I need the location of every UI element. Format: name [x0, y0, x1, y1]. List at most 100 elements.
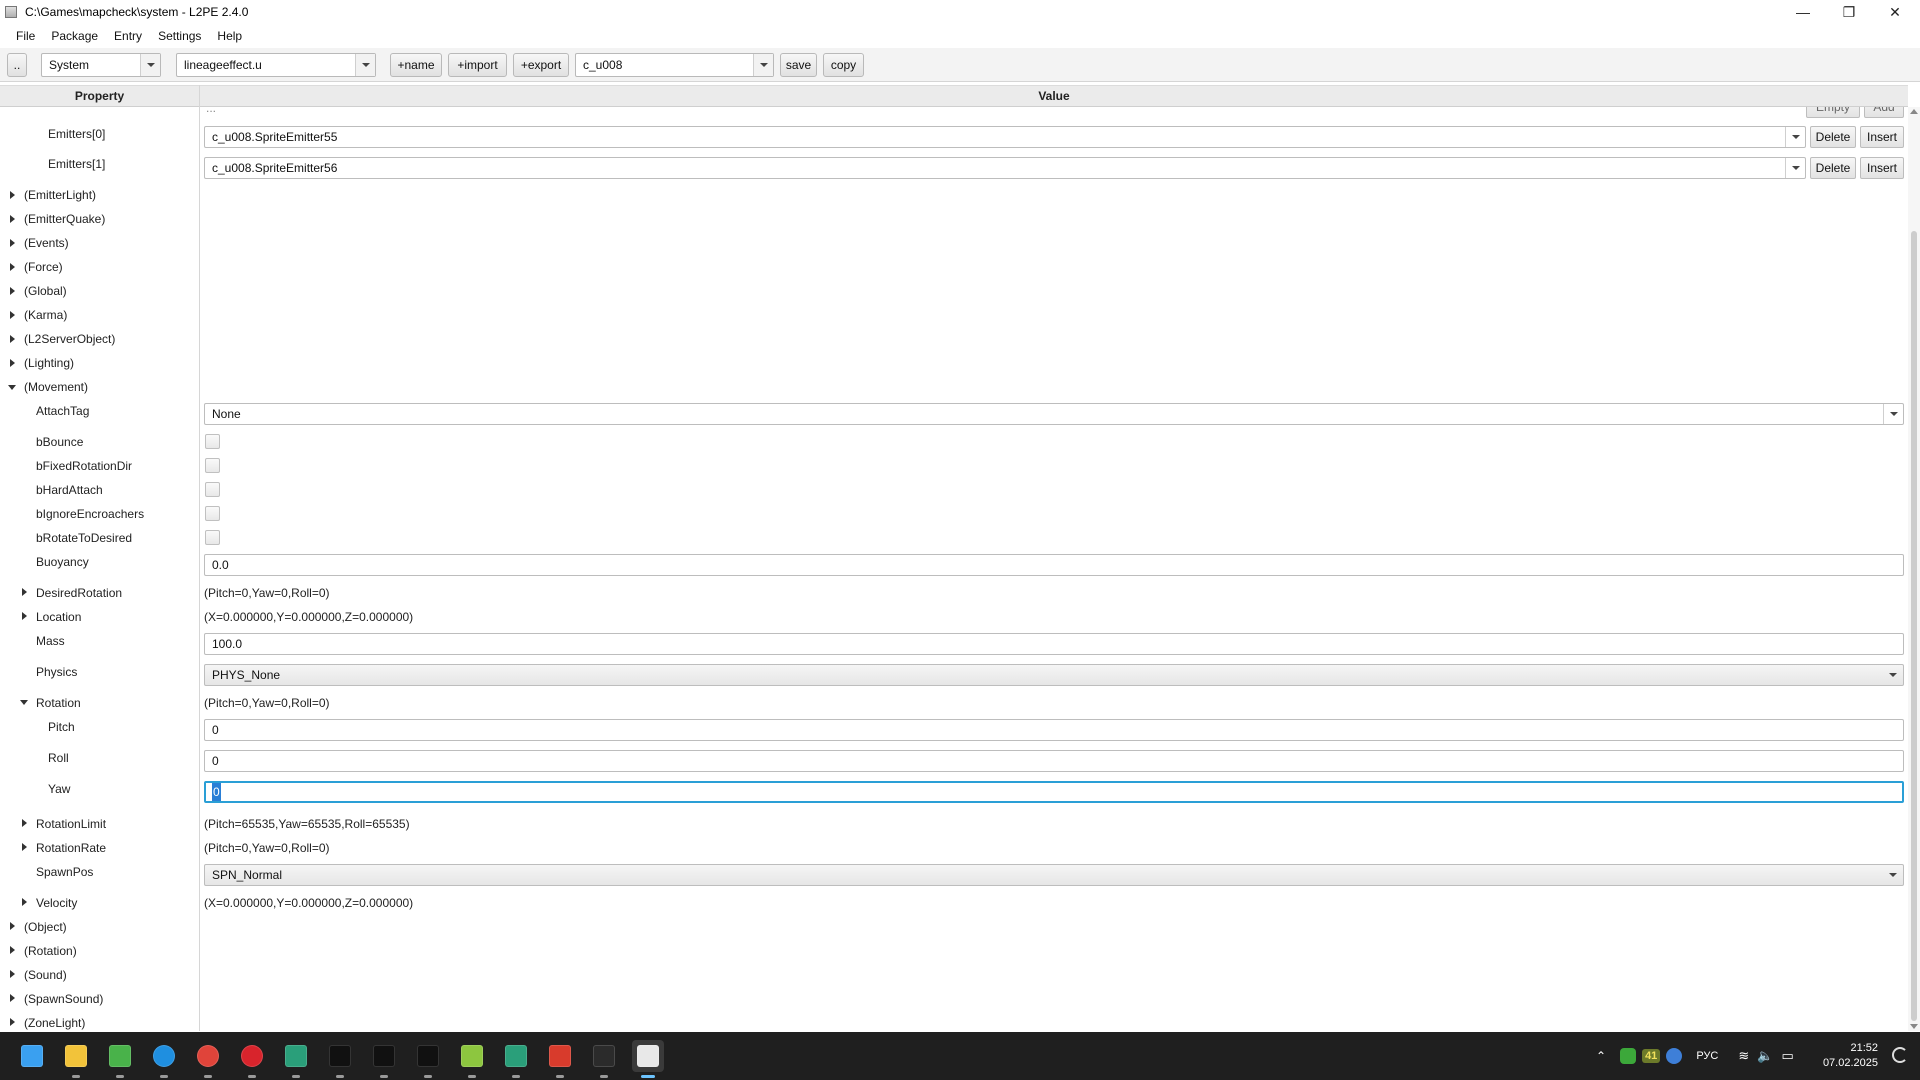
group-karma[interactable]: (Karma)	[24, 308, 67, 322]
unrealed-icon-3[interactable]	[412, 1040, 444, 1078]
red-app-icon[interactable]	[544, 1040, 576, 1078]
scroll-down-icon[interactable]	[1910, 1024, 1918, 1029]
bignoreencroachers-checkbox[interactable]	[205, 506, 220, 521]
folder-select[interactable]: System	[41, 53, 161, 77]
vertical-scrollbar[interactable]	[1908, 107, 1920, 1031]
roll-input[interactable]: 0	[204, 750, 1904, 772]
brotatetodesired-checkbox[interactable]	[205, 530, 220, 545]
menu-file[interactable]: File	[8, 24, 43, 48]
unrealed-icon-2[interactable]	[368, 1040, 400, 1078]
bfixedrotationdir-checkbox[interactable]	[205, 458, 220, 473]
copy-button[interactable]: copy	[823, 53, 864, 77]
expand-arrow-icon[interactable]	[10, 359, 15, 367]
expand-arrow-icon[interactable]	[10, 970, 15, 978]
minimize-button[interactable]: —	[1780, 0, 1826, 24]
expand-arrow-icon[interactable]	[22, 843, 27, 851]
group-global[interactable]: (Global)	[24, 284, 67, 298]
delete-button[interactable]: Delete	[1810, 157, 1856, 179]
group-emitterquake[interactable]: (EmitterQuake)	[24, 212, 105, 226]
expand-arrow-icon[interactable]	[22, 898, 27, 906]
save-button[interactable]: save	[780, 53, 817, 77]
up-button[interactable]: ..	[7, 53, 27, 77]
yaw-input[interactable]: 0	[204, 781, 1904, 803]
chevron-down-icon[interactable]	[140, 54, 160, 76]
expand-arrow-icon[interactable]	[10, 994, 15, 1002]
property-column-header[interactable]: Property	[0, 85, 199, 107]
entry-select[interactable]: c_u008	[575, 53, 774, 77]
menu-settings[interactable]: Settings	[150, 24, 209, 48]
group-spawnsound[interactable]: (SpawnSound)	[24, 992, 103, 1006]
expand-arrow-icon[interactable]	[10, 335, 15, 343]
maximize-button[interactable]: ❐	[1826, 0, 1872, 24]
tray-badge[interactable]: 41	[1642, 1049, 1661, 1063]
property-label-rotation[interactable]: Rotation	[36, 696, 81, 710]
expand-arrow-icon[interactable]	[10, 263, 15, 271]
chevron-down-icon[interactable]	[355, 54, 375, 76]
menu-entry[interactable]: Entry	[106, 24, 150, 48]
pitch-input[interactable]: 0	[204, 719, 1904, 741]
chevron-down-icon[interactable]	[1883, 865, 1903, 885]
group-events[interactable]: (Events)	[24, 236, 69, 250]
java-app-icon[interactable]	[632, 1040, 664, 1078]
add-button[interactable]: Add	[1864, 107, 1904, 118]
property-label-location[interactable]: Location	[36, 610, 81, 624]
expand-arrow-icon[interactable]	[10, 287, 15, 295]
expand-arrow-icon[interactable]	[10, 311, 15, 319]
mass-input[interactable]: 100.0	[204, 633, 1904, 655]
chevron-down-icon[interactable]	[1785, 158, 1805, 178]
expand-arrow-icon[interactable]	[10, 922, 15, 930]
expand-arrow-icon[interactable]	[10, 1018, 15, 1026]
expand-arrow-icon[interactable]	[10, 215, 15, 223]
empty-button[interactable]: Empty	[1806, 107, 1860, 118]
unrealed-icon-1[interactable]	[324, 1040, 356, 1078]
opera-icon[interactable]	[236, 1040, 268, 1078]
chevron-up-icon[interactable]: ⌃	[1596, 1049, 1606, 1063]
security-tray-icon[interactable]	[1620, 1048, 1637, 1064]
scroll-up-icon[interactable]	[1910, 109, 1918, 114]
battery-icon[interactable]: ▭	[1781, 1048, 1793, 1064]
group-zonelight[interactable]: (ZoneLight)	[24, 1016, 85, 1030]
edge-icon[interactable]	[148, 1040, 180, 1078]
menu-package[interactable]: Package	[43, 24, 106, 48]
expand-arrow-icon[interactable]	[22, 612, 27, 620]
buoyancy-input[interactable]: 0.0	[204, 554, 1904, 576]
scrollbar-thumb[interactable]	[1911, 231, 1917, 1021]
expand-arrow-icon[interactable]	[10, 191, 15, 199]
wifi-icon[interactable]: ≋	[1738, 1048, 1749, 1064]
chevron-down-icon[interactable]	[1883, 404, 1903, 424]
value-column-header[interactable]: Value	[200, 85, 1908, 107]
close-button[interactable]: ✕	[1872, 0, 1918, 24]
group-emitterlight[interactable]: (EmitterLight)	[24, 188, 96, 202]
bbounce-checkbox[interactable]	[205, 434, 220, 449]
add-export-button[interactable]: +export	[513, 53, 569, 77]
notifications-icon[interactable]	[1892, 1047, 1908, 1063]
collapse-arrow-icon[interactable]	[8, 385, 16, 390]
menu-help[interactable]: Help	[209, 24, 250, 48]
group-sound[interactable]: (Sound)	[24, 968, 67, 982]
emitter-0-select[interactable]: c_u008.SpriteEmitter55	[204, 126, 1806, 148]
editor-icon[interactable]	[456, 1040, 488, 1078]
spawnpos-select[interactable]: SPN_Normal	[204, 864, 1904, 886]
add-name-button[interactable]: +name	[390, 53, 442, 77]
unreal-icon-2[interactable]	[500, 1040, 532, 1078]
insert-button[interactable]: Insert	[1860, 126, 1904, 148]
property-label-rotationlimit[interactable]: RotationLimit	[36, 817, 106, 831]
language-indicator[interactable]: РУС	[1696, 1050, 1718, 1062]
collapse-arrow-icon[interactable]	[20, 700, 28, 705]
tray-app-icon[interactable]	[1666, 1048, 1683, 1064]
attachtag-select[interactable]: None	[204, 403, 1904, 425]
group-force[interactable]: (Force)	[24, 260, 63, 274]
group-movement[interactable]: (Movement)	[24, 380, 88, 394]
emitter-1-select[interactable]: c_u008.SpriteEmitter56	[204, 157, 1806, 179]
property-label-desiredrotation[interactable]: DesiredRotation	[36, 586, 122, 600]
chrome-icon[interactable]	[192, 1040, 224, 1078]
bhardattach-checkbox[interactable]	[205, 482, 220, 497]
file-explorer-icon[interactable]	[60, 1040, 92, 1078]
group-l2serverobject[interactable]: (L2ServerObject)	[24, 332, 115, 346]
expand-arrow-icon[interactable]	[22, 819, 27, 827]
expand-arrow-icon[interactable]	[10, 946, 15, 954]
chevron-down-icon[interactable]	[1785, 127, 1805, 147]
chevron-down-icon[interactable]	[1883, 665, 1903, 685]
package-select[interactable]: lineageeffect.u	[176, 53, 376, 77]
unreal-icon[interactable]	[280, 1040, 312, 1078]
